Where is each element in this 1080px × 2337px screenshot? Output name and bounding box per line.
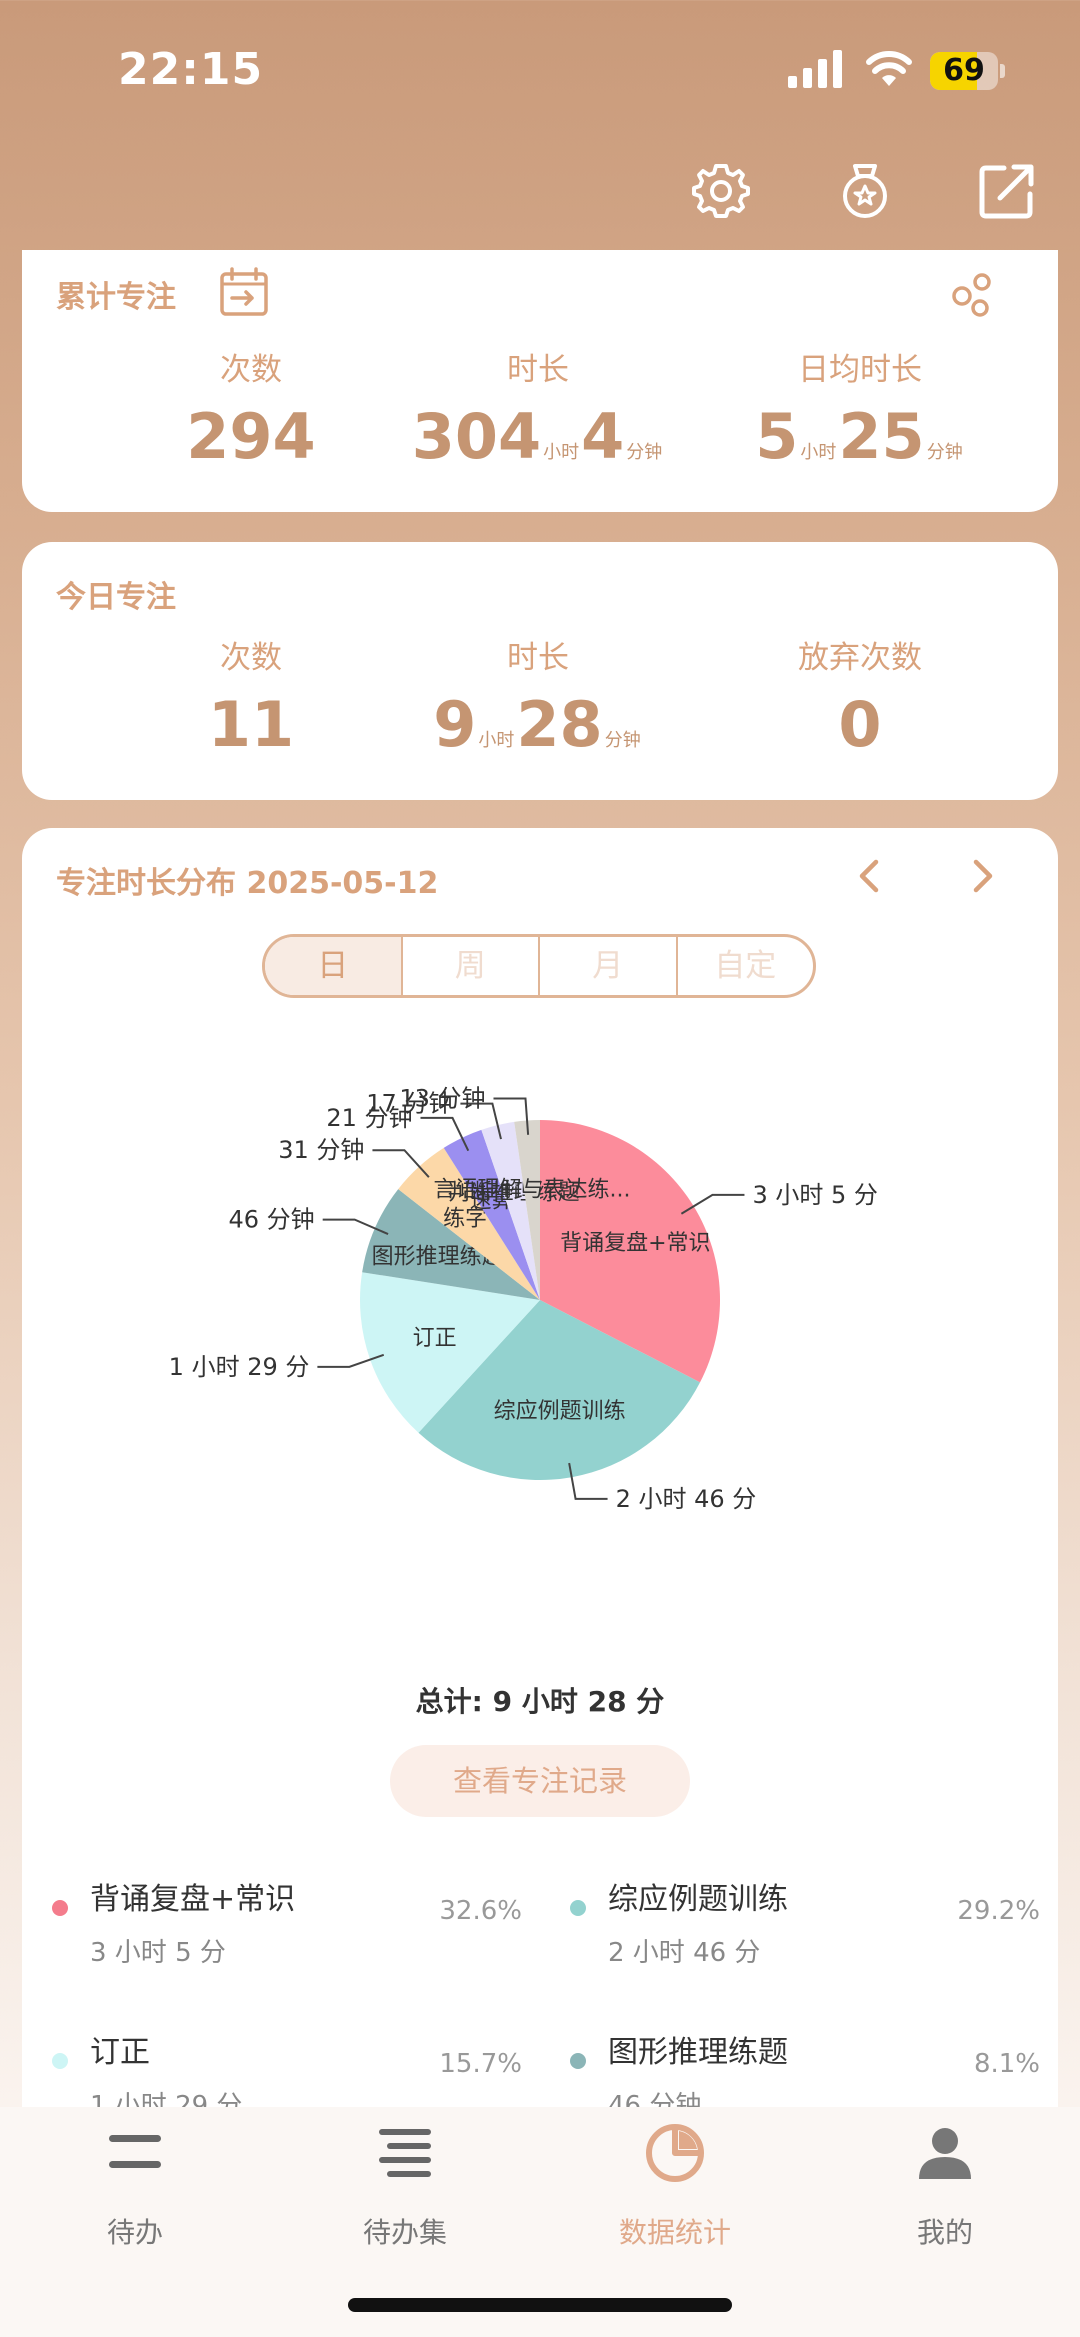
tab-week[interactable]: 周: [400, 937, 539, 995]
focus-distribution-pie-chart: 背诵复盘+常识 3 小时 5 分综应例题训练 2 小时 46 分 订正 1 小时 29 …: [169, 1085, 878, 1513]
cumulative-count-label: 次数: [220, 352, 282, 388]
wifi-icon: [866, 51, 912, 86]
pie-slice-value: 2 小时 46 分: [616, 1485, 757, 1513]
cumulative-focus-card: 累计专注 次数 294 时长 304 小时4 分钟 日均时长 5 小时25 分钟: [22, 250, 1058, 512]
tab-month[interactable]: 月: [538, 937, 676, 995]
tab-profile[interactable]: 我的: [810, 2107, 1080, 2307]
medal-icon[interactable]: [836, 162, 894, 220]
pie-chart-icon: [646, 2124, 704, 2182]
pie-slice-name: 言语理解与表达练...: [433, 1178, 630, 1203]
chevron-right-icon[interactable]: [960, 854, 1004, 898]
legend-time: 2 小时 46 分: [608, 1938, 761, 1968]
tab-label: 我的: [916, 2216, 973, 2249]
legend-dot: [52, 2053, 68, 2069]
tab-custom[interactable]: 自定: [675, 937, 814, 995]
today-duration-value: 9 小时28 分钟: [433, 688, 641, 761]
legend-dot: [52, 1900, 68, 1916]
legend-dot: [570, 2053, 586, 2069]
todo-list-icon: [379, 2129, 431, 2177]
pie-slice-name: 订正: [413, 1326, 457, 1351]
tab-statistics[interactable]: 数据统计: [540, 2107, 810, 2307]
today-title: 今日专注: [56, 580, 176, 615]
today-count-label: 次数: [220, 640, 282, 676]
cellular-signal-icon: [788, 50, 842, 88]
legend-percent: 32.6%: [439, 1896, 522, 1926]
legend-name: 背诵复盘+常识: [90, 1882, 296, 1917]
settings-icon[interactable]: [692, 162, 750, 220]
status-time: 22:15: [118, 44, 264, 95]
battery-indicator: 69: [930, 52, 1005, 90]
pie-slice-value: 1 小时 29 分: [169, 1353, 310, 1381]
bubbles-icon[interactable]: [948, 270, 998, 320]
today-abandon-label: 放弃次数: [798, 640, 922, 676]
cumulative-title: 累计专注: [56, 280, 176, 315]
calendar-export-icon[interactable]: [218, 266, 270, 318]
tab-day[interactable]: 日: [265, 937, 401, 995]
legend-time: 3 小时 5 分: [90, 1938, 226, 1968]
pie-slice-name: 综应例题训练: [494, 1399, 626, 1424]
legend-name: 综应例题训练: [608, 1882, 788, 1917]
view-records-button[interactable]: 查看专注记录: [390, 1745, 690, 1817]
legend-item[interactable]: 综应例题训练 2 小时 46 分 29.2%: [570, 1870, 1040, 1980]
tab-todo[interactable]: 待办: [0, 2107, 270, 2307]
today-abandon-value: 0: [838, 688, 882, 761]
cumulative-duration-label: 时长: [507, 352, 569, 388]
pie-slice-value: 46 分钟: [229, 1206, 315, 1234]
legend-item[interactable]: 背诵复盘+常识 3 小时 5 分 32.6%: [52, 1870, 522, 1980]
legend-percent: 29.2%: [957, 1896, 1040, 1926]
share-icon[interactable]: [978, 162, 1036, 220]
chevron-left-icon[interactable]: [848, 854, 892, 898]
cumulative-daily-value: 5 小时25 分钟: [755, 400, 963, 473]
home-indicator: [348, 2298, 732, 2312]
pie-slice-value: 31 分钟: [278, 1136, 364, 1164]
legend-dot: [570, 1900, 586, 1916]
legend-percent: 15.7%: [439, 2049, 522, 2079]
todo-icon: [109, 2135, 161, 2168]
tab-label: 数据统计: [618, 2216, 731, 2249]
profile-icon: [919, 2128, 971, 2179]
cumulative-duration-value: 304 小时4 分钟: [411, 400, 663, 473]
legend-name: 图形推理练题: [608, 2035, 788, 2070]
cumulative-daily-label: 日均时长: [798, 352, 922, 388]
tab-label: 待办: [106, 2216, 163, 2249]
tab-todo-list[interactable]: 待办集: [270, 2107, 540, 2307]
legend-name: 订正: [90, 2035, 150, 2070]
tab-label: 待办集: [362, 2216, 447, 2249]
pie-slice-value: 13 分钟: [399, 1085, 485, 1113]
pie-slice-name: 背诵复盘+常识: [560, 1231, 710, 1256]
status-bar: 22:15 69: [0, 0, 1080, 140]
legend-percent: 8.1%: [973, 2049, 1040, 2079]
today-focus-card: 今日专注 次数 11 时长 9 小时28 分钟 放弃次数 0: [22, 542, 1058, 800]
today-duration-label: 时长: [507, 640, 569, 676]
distribution-title: 专注时长分布 2025-05-12: [56, 866, 439, 901]
battery-percent: 69: [943, 53, 985, 88]
period-segmented-control: 日 周 月 自定: [262, 934, 816, 998]
pie-slice-value: 3 小时 5 分: [752, 1181, 877, 1209]
total-duration: 总计: 9 小时 28 分: [415, 1685, 665, 1718]
